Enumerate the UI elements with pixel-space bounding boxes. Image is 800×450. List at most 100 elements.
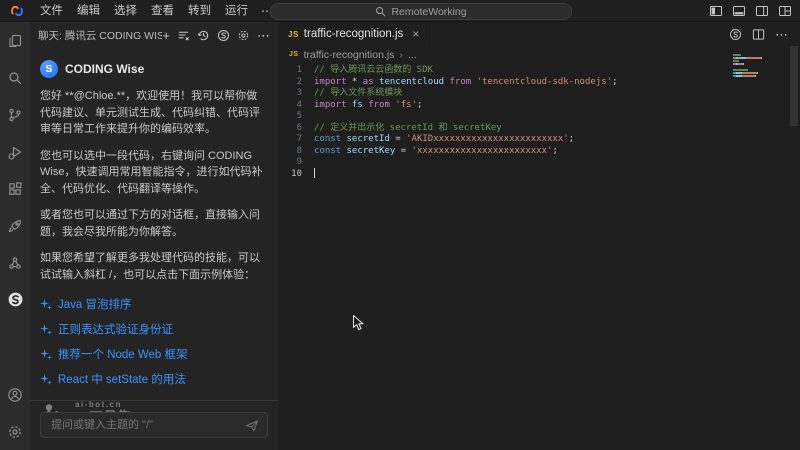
line-number: 6: [278, 123, 314, 135]
chat-message-text: 您也可以选中一段代码，右键询问 CODING Wise，快速调用常用智能指令，进…: [40, 148, 266, 198]
chat-input-area: [30, 400, 278, 450]
more-actions-icon[interactable]: ⋯: [257, 29, 270, 42]
chat-title: 聊天: 腾讯云 CODING WISE: [38, 28, 162, 43]
coding-logo-icon: [9, 3, 25, 19]
line-number: 7: [278, 134, 314, 146]
chat-message-text: 或者您也可以通过下方的对话框，直接输入问题，我会尽我所能为你解答。: [40, 207, 266, 240]
code-text: const secretKey = 'xxxxxxxxxxxxxxxxxxxxx…: [314, 146, 558, 158]
tab-label: traffic-recognition.js: [304, 28, 404, 40]
extensions-icon[interactable]: [0, 170, 30, 207]
coding-wise-logo-icon[interactable]: [217, 29, 230, 42]
chevron-right-icon: ›: [399, 49, 403, 61]
line-number: 3: [278, 88, 314, 100]
line-number: 1: [278, 65, 314, 77]
activity-bar: [0, 22, 30, 450]
code-line[interactable]: 3// 导入文件系统模块: [278, 88, 800, 100]
example-prompt[interactable]: React 中 setState 的用法: [40, 371, 266, 387]
example-label: React 中 setState 的用法: [58, 371, 186, 387]
code-line[interactable]: 9: [278, 157, 800, 169]
customize-layout-icon[interactable]: [778, 4, 792, 18]
chat-message-text: 如果您希望了解更多我处理代码的技能，可以试试输入斜杠 /，也可以点击下面示例体验…: [40, 250, 266, 283]
example-label: 正则表达式验证身份证: [58, 321, 173, 337]
code-line[interactable]: 4import fs from 'fs';: [278, 100, 800, 112]
sparkle-icon: [40, 348, 52, 360]
coding-wise-editor-icon[interactable]: [729, 28, 742, 41]
js-file-icon: JS: [288, 30, 299, 39]
toggle-panel-icon[interactable]: [732, 4, 746, 18]
send-icon[interactable]: [245, 419, 259, 432]
history-icon[interactable]: [197, 29, 210, 42]
line-number: 4: [278, 100, 314, 112]
chat-settings-gear-icon[interactable]: [237, 29, 250, 42]
chat-message-text: 您好 **@Chloe.**，欢迎使用！我可以帮你做代码建议、单元测试生成、代码…: [40, 88, 266, 138]
code-line[interactable]: 1// 导入腾讯云云函数的 SDK: [278, 65, 800, 77]
line-number: 9: [278, 157, 314, 169]
code-text: // 导入文件系统模块: [314, 88, 402, 100]
account-icon[interactable]: [0, 376, 30, 413]
chat-input[interactable]: [49, 418, 239, 432]
code-line[interactable]: 7const secretId = 'AKIDxxxxxxxxxxxxxxxxx…: [278, 134, 800, 146]
line-number: 10: [278, 169, 314, 181]
sparkle-icon: [40, 323, 52, 335]
window-layout-controls: [709, 0, 792, 22]
breadcrumb-file[interactable]: traffic-recognition.js: [304, 49, 395, 61]
code-text: const secretId = 'AKIDxxxxxxxxxxxxxxxxxx…: [314, 134, 574, 146]
example-list: Java 冒泡排序 正则表达式验证身份证 推荐一个 Node Web 框架 Re…: [40, 296, 266, 387]
search-box[interactable]: RemoteWorking: [270, 3, 572, 20]
assistant-name: CODING Wise: [65, 62, 144, 76]
menu-item[interactable]: 文件: [33, 0, 70, 22]
line-number: 5: [278, 111, 314, 123]
code-line[interactable]: 2import * as tencentcloud from 'tencentc…: [278, 77, 800, 89]
rocket-icon[interactable]: [0, 207, 30, 244]
code-text: // 导入腾讯云云函数的 SDK: [314, 65, 433, 77]
tab-close-icon[interactable]: ×: [412, 28, 419, 40]
example-label: Java 冒泡排序: [58, 296, 132, 312]
assistant-header: S CODING Wise: [40, 60, 266, 78]
toggle-secondary-sidebar-icon[interactable]: [755, 4, 769, 18]
menu-item[interactable]: 编辑: [70, 0, 107, 22]
explorer-icon[interactable]: [0, 22, 30, 59]
minimap[interactable]: [733, 54, 769, 84]
menu-item[interactable]: 运行: [218, 0, 255, 22]
code-text: import fs from 'fs';: [314, 100, 422, 112]
run-debug-icon[interactable]: [0, 133, 30, 170]
chat-input-box[interactable]: [40, 412, 268, 438]
example-prompt[interactable]: 推荐一个 Node Web 框架: [40, 346, 266, 362]
menu-item[interactable]: 选择: [107, 0, 144, 22]
code-line[interactable]: 5: [278, 111, 800, 123]
code-text: // 定义并出示化 secretId 和 secretKey: [314, 123, 502, 135]
split-editor-icon[interactable]: [752, 28, 765, 41]
menu-item[interactable]: 转到: [181, 0, 218, 22]
menu-item[interactable]: 查看: [144, 0, 181, 22]
coding-wise-icon[interactable]: [0, 281, 30, 318]
vscode-window: 文件编辑选择查看转到运行 ⋯ ← → RemoteWorking: [0, 0, 800, 450]
example-prompt[interactable]: 正则表达式验证身份证: [40, 321, 266, 337]
source-control-icon[interactable]: [0, 96, 30, 133]
toggle-sidebar-icon[interactable]: [709, 4, 723, 18]
chat-header: 聊天: 腾讯云 CODING WISE + ⋯: [30, 22, 278, 48]
settings-gear-icon[interactable]: [0, 413, 30, 450]
example-prompt[interactable]: Java 冒泡排序: [40, 296, 266, 312]
new-chat-icon[interactable]: +: [162, 29, 170, 42]
breadcrumb-more[interactable]: ...: [408, 49, 417, 61]
sparkle-icon: [40, 373, 52, 385]
code-line[interactable]: 6// 定义并出示化 secretId 和 secretKey: [278, 123, 800, 135]
code-line[interactable]: 10: [278, 169, 800, 181]
code-text: import * as tencentcloud from 'tencentcl…: [314, 77, 617, 89]
menu-bar: 文件编辑选择查看转到运行: [33, 0, 255, 22]
line-number: 2: [278, 77, 314, 89]
title-bar: 文件编辑选择查看转到运行 ⋯ ← → RemoteWorking: [0, 0, 800, 22]
editor-more-icon[interactable]: ⋯: [775, 28, 788, 41]
search-sidebar-icon[interactable]: [0, 59, 30, 96]
molecule-icon[interactable]: [0, 244, 30, 281]
chat-messages: S CODING Wise 您好 **@Chloe.**，欢迎使用！我可以帮你做…: [30, 48, 278, 425]
tab-traffic-recognition[interactable]: JS traffic-recognition.js ×: [278, 22, 430, 46]
code-editor[interactable]: 1// 导入腾讯云云函数的 SDK2import * as tencentclo…: [278, 65, 800, 180]
editor-scrollbar[interactable]: [790, 46, 798, 126]
breadcrumb[interactable]: JS traffic-recognition.js › ...: [278, 46, 800, 63]
clear-all-icon[interactable]: [177, 29, 190, 42]
chat-sidebar: 聊天: 腾讯云 CODING WISE + ⋯ S CODING Wise 您好…: [30, 22, 278, 450]
code-text: [314, 168, 315, 182]
line-number: 8: [278, 146, 314, 158]
code-line[interactable]: 8const secretKey = 'xxxxxxxxxxxxxxxxxxxx…: [278, 146, 800, 158]
